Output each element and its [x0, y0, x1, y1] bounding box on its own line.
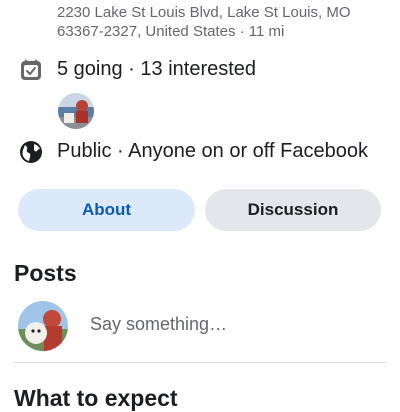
avatar[interactable]	[18, 301, 68, 351]
post-composer-input[interactable]: Say something…	[90, 314, 227, 335]
event-address[interactable]: 2230 Lake St Louis Blvd, Lake St Louis, …	[57, 3, 387, 41]
divider	[14, 362, 386, 363]
attendance-summary[interactable]: 5 going · 13 interested	[57, 58, 256, 81]
privacy-text: Public · Anyone on or off Facebook	[57, 140, 368, 162]
posts-heading: Posts	[14, 260, 77, 286]
globe-icon	[18, 139, 44, 165]
attendee-avatar[interactable]	[58, 93, 94, 129]
tab-about[interactable]: About	[18, 189, 195, 231]
what-to-expect-heading: What to expect	[14, 385, 178, 411]
tab-discussion[interactable]: Discussion	[205, 189, 381, 231]
calendar-check-icon	[18, 57, 44, 83]
